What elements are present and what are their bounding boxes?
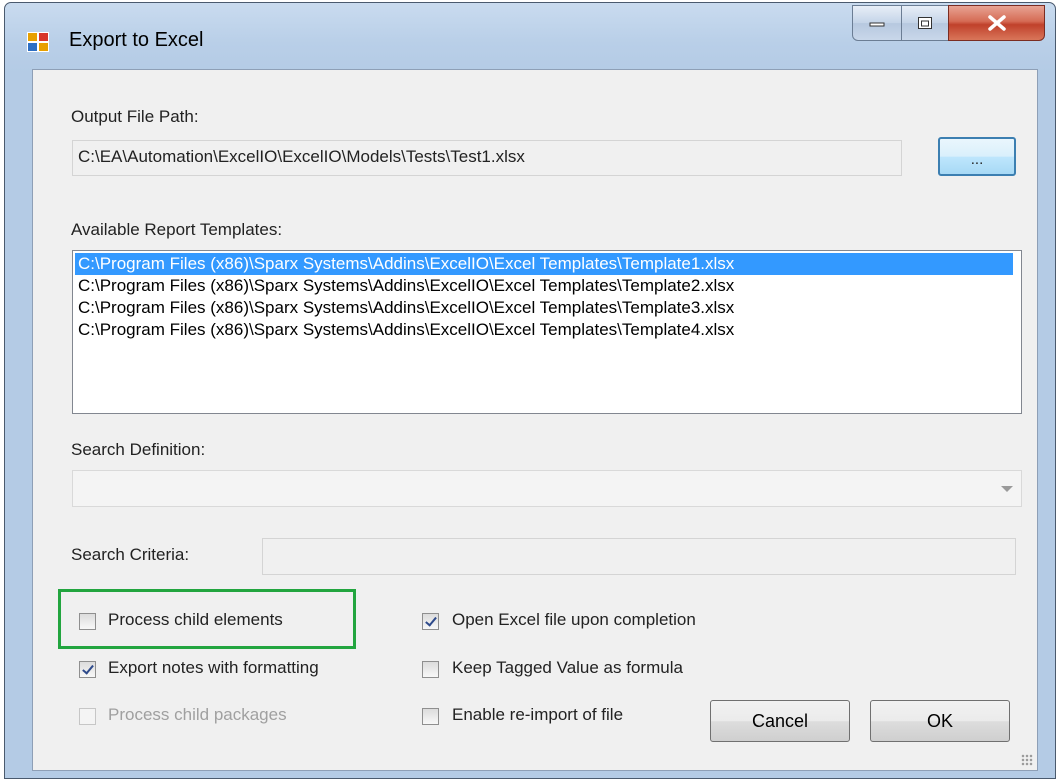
chevron-down-icon [1001,486,1013,492]
export-notes-checkbox[interactable] [79,661,96,678]
browse-button[interactable]: ... [938,137,1016,176]
output-path-field[interactable]: C:\EA\Automation\ExcelIO\ExcelIO\Models\… [72,140,902,176]
ok-button[interactable]: OK [870,700,1010,742]
templates-label: Available Report Templates: [71,220,283,239]
maximize-icon [918,17,932,29]
cancel-button[interactable]: Cancel [710,700,850,742]
search-criteria-field[interactable] [262,538,1016,575]
search-criteria-label: Search Criteria: [71,545,190,564]
output-path-label: Output File Path: [71,107,199,126]
export-dialog-window: Export to Excel Output File Path: C:\EA\… [4,2,1056,779]
export-notes-label[interactable]: Export notes with formatting [108,658,319,678]
process-child-elements-checkbox[interactable] [79,613,96,630]
templates-listbox[interactable]: C:\Program Files (x86)\Sparx Systems\Add… [72,250,1022,414]
enable-reimport-checkbox[interactable] [422,708,439,725]
resize-grip[interactable] [1021,754,1033,766]
app-icon [27,32,49,52]
close-button[interactable] [948,5,1045,41]
process-child-elements-label[interactable]: Process child elements [108,610,283,630]
process-child-packages-checkbox [79,708,96,725]
dialog-body: Output File Path: C:\EA\Automation\Excel… [32,69,1038,771]
open-excel-label[interactable]: Open Excel file upon completion [452,610,696,630]
window-title: Export to Excel [69,29,204,51]
search-definition-dropdown[interactable] [72,470,1022,507]
minimize-icon [869,22,885,27]
open-excel-checkbox[interactable] [422,613,439,630]
template-item-1[interactable]: C:\Program Files (x86)\Sparx Systems\Add… [75,253,1013,275]
enable-reimport-label[interactable]: Enable re-import of file [452,705,623,725]
search-definition-label: Search Definition: [71,440,206,459]
close-icon [987,15,1006,31]
process-child-packages-label: Process child packages [108,705,287,724]
template-item-2[interactable]: C:\Program Files (x86)\Sparx Systems\Add… [75,275,1019,297]
template-item-3[interactable]: C:\Program Files (x86)\Sparx Systems\Add… [75,297,1019,319]
keep-tagged-value-checkbox[interactable] [422,661,439,678]
minimize-button[interactable] [852,5,902,41]
keep-tagged-value-label[interactable]: Keep Tagged Value as formula [452,658,683,678]
template-item-4[interactable]: C:\Program Files (x86)\Sparx Systems\Add… [75,319,1019,341]
maximize-button[interactable] [901,5,949,41]
